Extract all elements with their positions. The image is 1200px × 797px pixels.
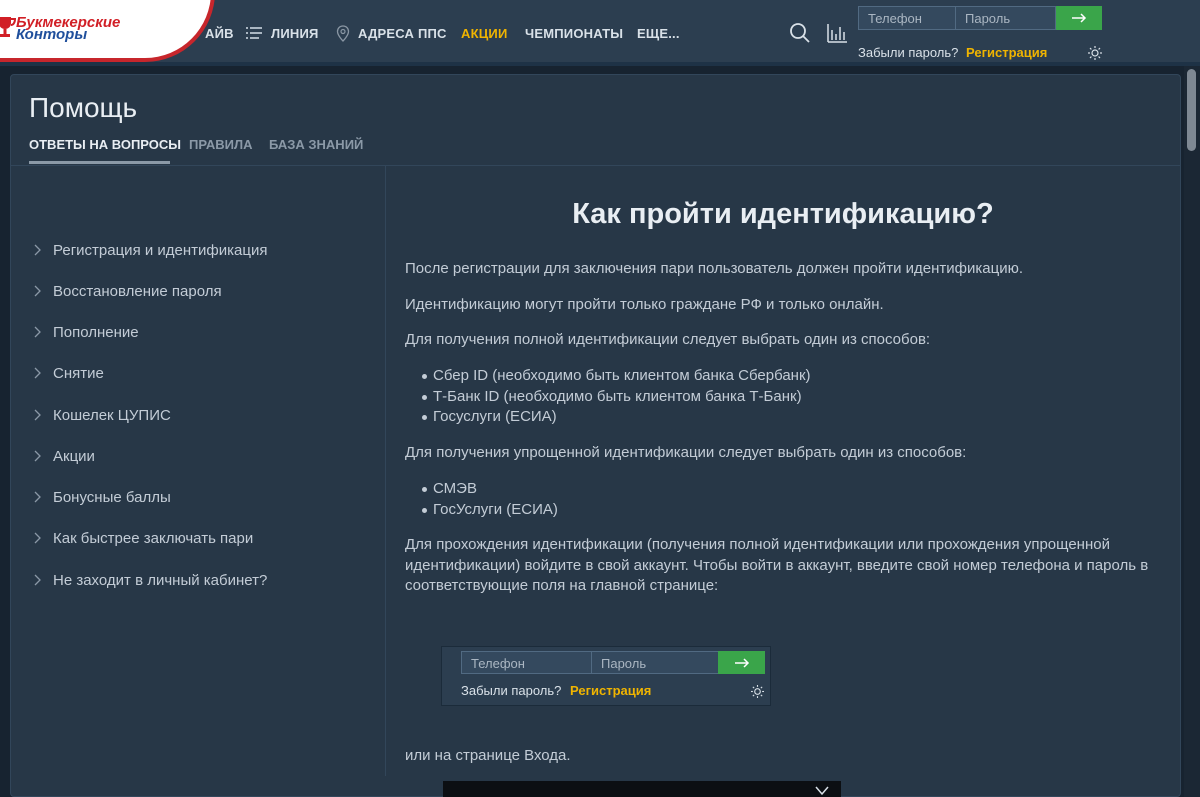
article-title: Как пройти идентификацию? bbox=[572, 198, 994, 230]
chevron-right-icon bbox=[34, 244, 41, 256]
chevron-right-icon bbox=[34, 532, 41, 544]
chevron-right-icon bbox=[34, 367, 41, 379]
sidebar-item-wallet[interactable]: Кошелек ЦУПИС bbox=[31, 405, 171, 425]
register-link[interactable]: Регистрация bbox=[966, 45, 1047, 60]
scrollbar-thumb[interactable] bbox=[1187, 69, 1196, 151]
nav-item-label: ЛИНИЯ bbox=[271, 25, 319, 41]
nav-item-label: АЙВ bbox=[205, 25, 234, 41]
stats-chart-icon[interactable] bbox=[826, 22, 848, 44]
login-form: Телефон Пароль bbox=[858, 6, 1102, 30]
tab-faq[interactable]: ОТВЕТЫ НА ВОПРОСЫ bbox=[29, 137, 181, 152]
tab-rules[interactable]: ПРАВИЛА bbox=[189, 137, 253, 152]
sidebar-item-deposit[interactable]: Пополнение bbox=[31, 322, 139, 342]
example-phone-field: Телефон bbox=[461, 651, 592, 674]
article-paragraph: Идентификацию могут пройти только гражда… bbox=[405, 296, 884, 313]
nav-item-label: АДРЕСА ППС bbox=[358, 25, 447, 41]
sidebar-item-password-recovery[interactable]: Восстановление пароля bbox=[31, 281, 222, 301]
sidebar-item-promotions[interactable]: Акции bbox=[31, 446, 95, 466]
nav-item-label: ЧЕМПИОНАТЫ bbox=[525, 25, 624, 41]
sidebar-divider bbox=[385, 166, 386, 776]
full-identification-list: Сбер ID (необходимо быть клиентом банка … bbox=[422, 366, 811, 428]
trophy-icon bbox=[0, 17, 16, 37]
nav-item-promotions[interactable]: АКЦИИ bbox=[461, 25, 508, 41]
login-submit-button[interactable] bbox=[1056, 6, 1102, 30]
sun-icon bbox=[751, 685, 764, 698]
sidebar-item-label: Акции bbox=[53, 447, 95, 465]
list-item: СМЭВ bbox=[422, 479, 558, 500]
sidebar-item-label: Кошелек ЦУПИС bbox=[53, 406, 171, 424]
sidebar-item-label: Не заходит в личный кабинет? bbox=[53, 571, 268, 589]
active-tab-indicator bbox=[29, 161, 170, 164]
sidebar-item-withdrawal[interactable]: Снятие bbox=[31, 363, 104, 383]
simple-identification-list: СМЭВ ГосУслуги (ЕСИА) bbox=[422, 479, 558, 521]
arrow-right-icon bbox=[734, 657, 749, 668]
logo-text-line2: Конторы bbox=[16, 26, 88, 43]
nav-item-label: ЕЩЕ... bbox=[637, 25, 680, 41]
chevron-right-icon bbox=[34, 574, 41, 586]
sidebar-item-label: Регистрация и идентификация bbox=[53, 241, 268, 259]
nav-item-line[interactable]: ЛИНИЯ bbox=[246, 25, 319, 41]
sidebar-item-fast-bets[interactable]: Как быстрее заключать пари bbox=[31, 528, 253, 548]
password-field[interactable]: Пароль bbox=[956, 6, 1056, 30]
list-item: Сбер ID (необходимо быть клиентом банка … bbox=[422, 366, 811, 387]
tab-knowledge-base[interactable]: БАЗА ЗНАНИЙ bbox=[269, 137, 363, 152]
chevron-right-icon bbox=[34, 450, 41, 462]
phone-field[interactable]: Телефон bbox=[858, 6, 956, 30]
sidebar-item-label: Восстановление пароля bbox=[53, 282, 222, 300]
article-paragraph: После регистрации для заключения пари по… bbox=[405, 260, 1024, 277]
search-icon[interactable] bbox=[789, 22, 811, 44]
chevron-right-icon bbox=[34, 326, 41, 338]
nav-item-championships[interactable]: ЧЕМПИОНАТЫ bbox=[525, 25, 623, 41]
example-password-field: Пароль bbox=[591, 651, 719, 674]
list-item: Т-Банк ID (необходимо быть клиентом банк… bbox=[422, 387, 811, 408]
nav-item-live[interactable]: АЙВ bbox=[205, 25, 234, 41]
chevron-down-icon[interactable] bbox=[815, 786, 829, 796]
sidebar-item-label: Бонусные баллы bbox=[53, 488, 171, 506]
page-title: Помощь bbox=[29, 92, 138, 123]
tabs-divider bbox=[11, 165, 1180, 166]
example-submit-button bbox=[718, 651, 765, 674]
forgot-password-link[interactable]: Забыли пароль? bbox=[858, 45, 958, 60]
sidebar-item-registration[interactable]: Регистрация и идентификация bbox=[31, 240, 267, 260]
example-register-text: Регистрация bbox=[570, 683, 652, 698]
chevron-right-icon bbox=[34, 491, 41, 503]
sidebar-item-bonus-points[interactable]: Бонусные баллы bbox=[31, 487, 171, 507]
article-paragraph: Для прохождения идентификации (получения… bbox=[405, 536, 1149, 594]
page-scrollbar[interactable] bbox=[1184, 66, 1200, 797]
nav-item-label: АКЦИИ bbox=[461, 25, 508, 41]
nav-item-addresses[interactable]: АДРЕСА ППС bbox=[336, 24, 447, 42]
map-pin-icon bbox=[336, 24, 350, 42]
list-icon bbox=[246, 27, 262, 39]
article-paragraph: Для получения полной идентификации следу… bbox=[405, 331, 931, 348]
login-example-image: Телефон Пароль Забыли пароль? Регистраци… bbox=[442, 647, 770, 705]
video-embed[interactable] bbox=[443, 781, 841, 797]
chevron-right-icon bbox=[34, 285, 41, 297]
article-paragraph: или на странице Входа. bbox=[405, 747, 571, 764]
sidebar-item-account-login[interactable]: Не заходит в личный кабинет? bbox=[31, 570, 267, 590]
list-item: ГосУслуги (ЕСИА) bbox=[422, 500, 558, 521]
nav-item-more[interactable]: ЕЩЕ... bbox=[637, 25, 680, 41]
example-forgot-text: Забыли пароль? bbox=[461, 683, 562, 698]
sun-icon[interactable] bbox=[1088, 46, 1102, 60]
arrow-right-icon bbox=[1072, 13, 1087, 23]
logo: Букмекерские Конторы bbox=[0, 15, 154, 45]
list-item: Госуслуги (ЕСИА) bbox=[422, 407, 811, 428]
sidebar-item-label: Снятие bbox=[53, 364, 104, 382]
sidebar-item-label: Как быстрее заключать пари bbox=[53, 529, 254, 547]
top-bar-divider bbox=[0, 62, 1200, 66]
article-paragraph: Для получения упрощенной идентификации с… bbox=[405, 444, 967, 461]
chevron-right-icon bbox=[34, 409, 41, 421]
sidebar-item-label: Пополнение bbox=[53, 323, 139, 341]
